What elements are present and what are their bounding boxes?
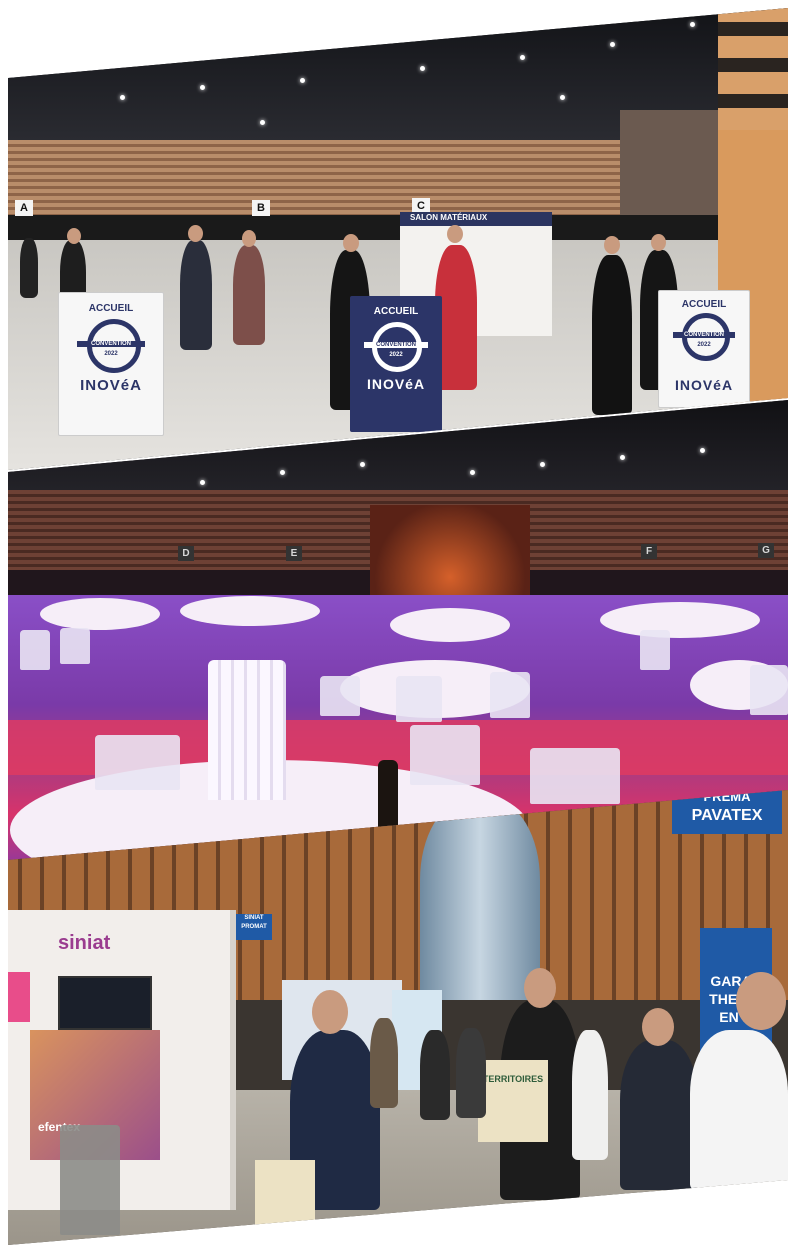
brand-name: INOVéA (674, 377, 734, 393)
dinner-table (180, 596, 320, 626)
visitor (690, 1030, 788, 1190)
zone-letter-g: G (758, 543, 774, 558)
podium-heading: ACCUEIL (373, 306, 419, 317)
zone-letter-a: A (15, 200, 33, 216)
zone-letter-f: F (641, 544, 657, 559)
welcome-podium-center: ACCUEIL CONVENTION 2022 INOVéA (350, 296, 442, 432)
siniat-stand: siniat efentex (8, 910, 236, 1210)
dinner-table (600, 602, 760, 638)
zone-letter-b: B (252, 200, 270, 216)
zone-letter-e: E (286, 546, 302, 561)
brand-name: INOVéA (80, 377, 142, 394)
pavatex-sign-label: PAVATEX (691, 807, 763, 824)
wine-bottle (378, 760, 398, 830)
badge-year: 2022 (697, 342, 711, 348)
visitor (620, 1040, 698, 1190)
siniat-logo: siniat (58, 932, 111, 954)
photo-reception-hall: A B C SALON MATÉRIAUX ACCUEIL CONVENTION… (8, 8, 788, 470)
welcome-podium-right: ACCUEIL CONVENTION 2022 INOVéA (658, 290, 750, 408)
bar-stool (60, 1125, 120, 1235)
tote-bag-label: TERRITOIRES (482, 1074, 544, 1084)
tote-bag (255, 1160, 315, 1230)
napkin-centerpiece (208, 660, 286, 800)
badge-text: CONVENTION (673, 332, 735, 338)
stage (370, 505, 530, 595)
welcome-podium-left: ACCUEIL CONVENTION 2022 INOVéA (58, 292, 164, 436)
pink-wall-panel (8, 972, 30, 1022)
brand-name: INOVéA (366, 376, 426, 392)
siniat-promat-sign: SINIAT PROMAT (236, 914, 272, 940)
stand-screen (58, 976, 152, 1030)
zone-letter-d: D (178, 546, 194, 561)
podium-heading: ACCUEIL (681, 299, 727, 310)
board-title: SALON MATÉRIAUX (410, 213, 488, 222)
badge-year: 2022 (389, 352, 403, 358)
dinner-table (40, 598, 160, 630)
podium-heading: ACCUEIL (88, 303, 134, 314)
badge-text: CONVENTION (364, 342, 428, 348)
territoires-tote-bag: TERRITOIRES (478, 1060, 548, 1142)
dinner-table (390, 608, 510, 642)
badge-text: CONVENTION (77, 341, 145, 347)
badge-year: 2022 (104, 351, 118, 357)
